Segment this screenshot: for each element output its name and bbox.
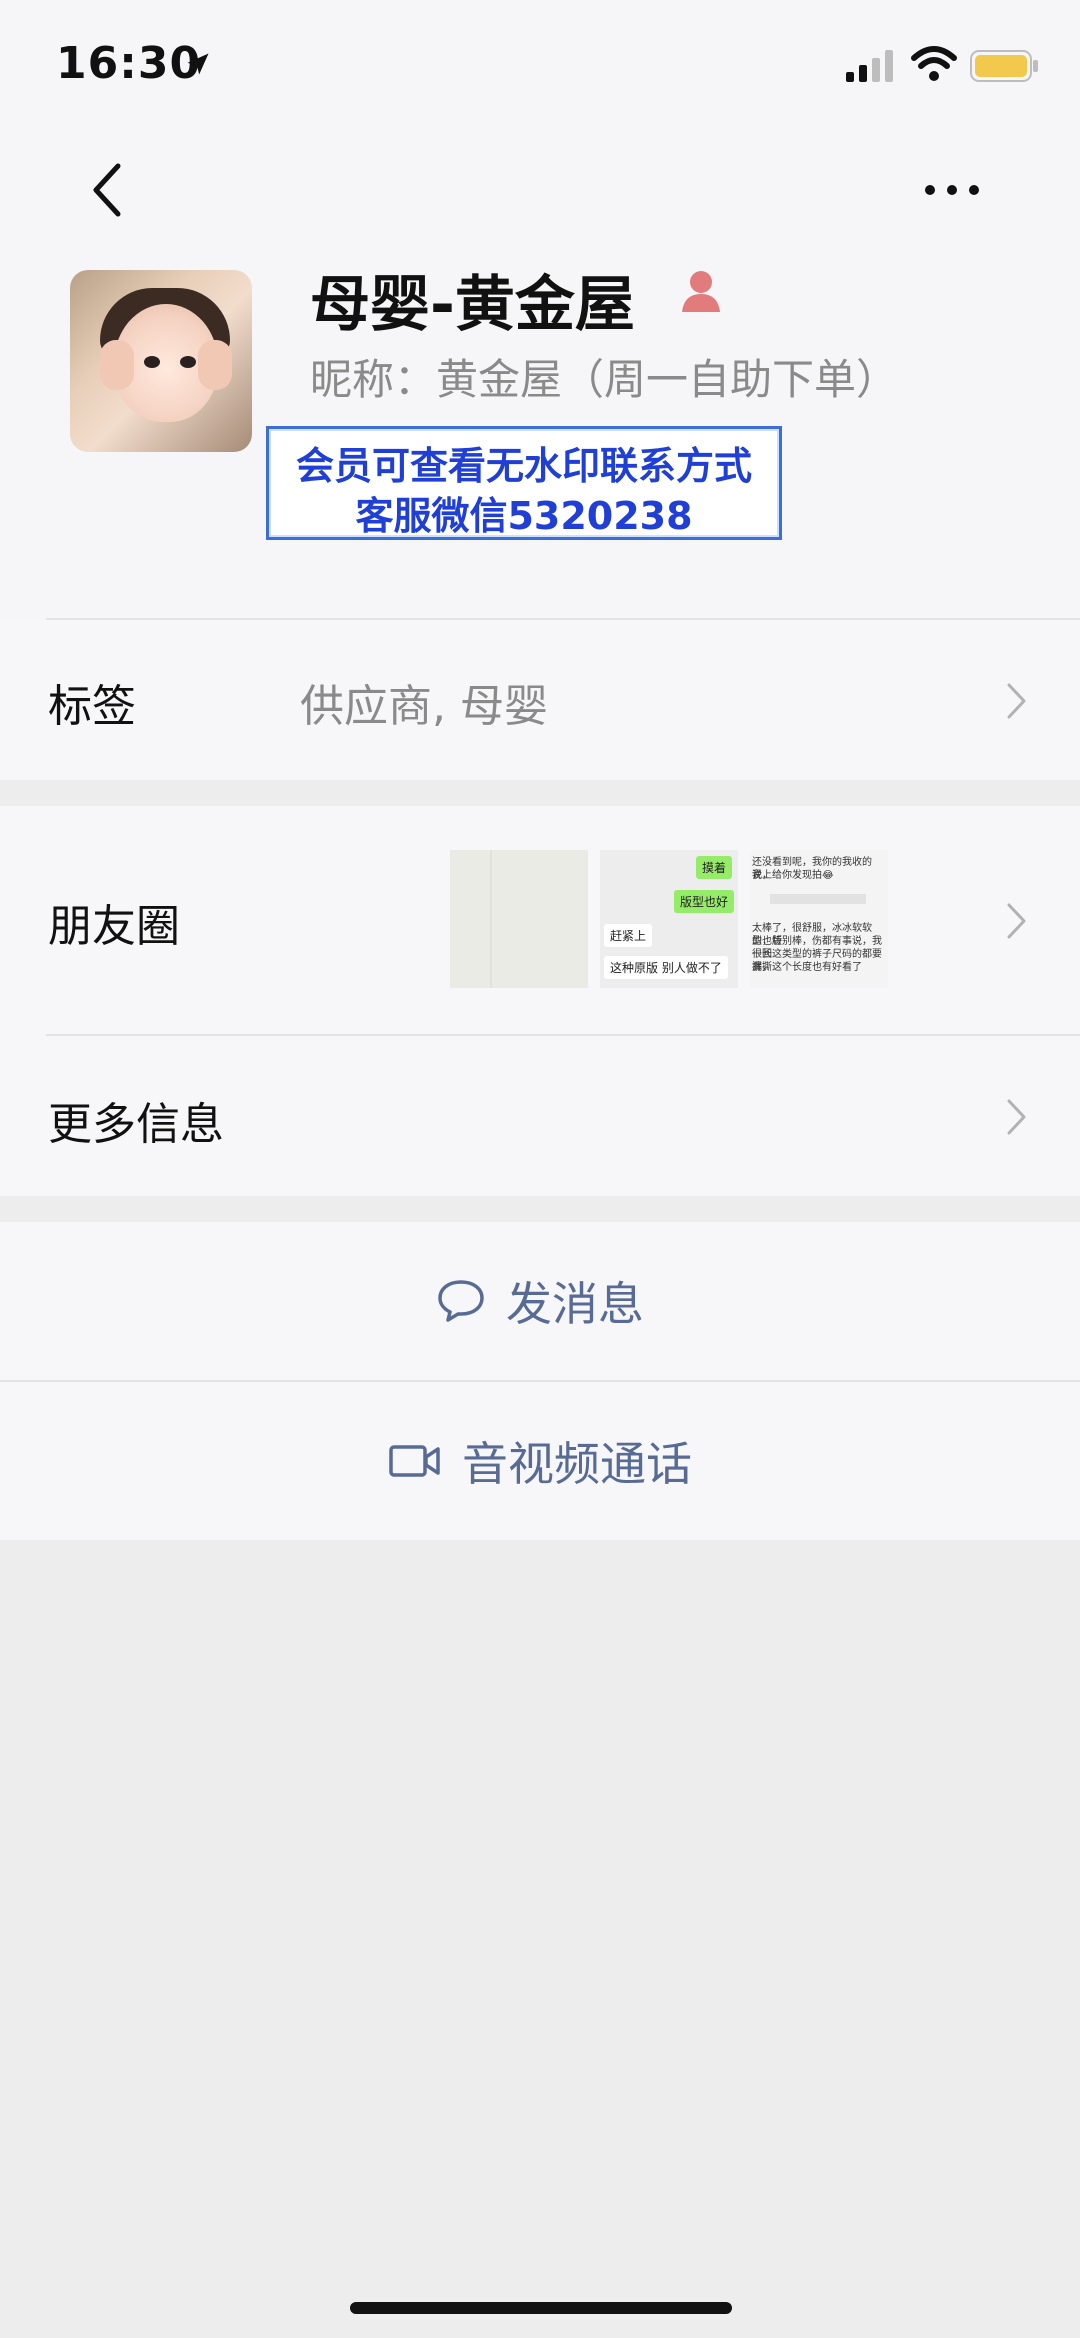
moments-thumbnail: 还没看到呢，我你的我收的说， 我上给你发现拍😂 太棒了，很舒服，冰冰软软的，版 … (750, 850, 888, 988)
chat-bubble: 赶紧上 (604, 924, 653, 947)
more-options-button[interactable] (922, 170, 982, 210)
person-icon (682, 271, 720, 312)
home-indicator[interactable] (350, 2302, 732, 2314)
thumb-text: 我上给你发现拍😂 (752, 870, 834, 881)
battery-icon (970, 50, 1038, 82)
cellular-signal-icon (846, 50, 893, 82)
send-message-button[interactable]: 发消息 (0, 1222, 1080, 1380)
chat-bubble: 摸着 (696, 856, 733, 879)
chevron-right-icon (1007, 1099, 1026, 1135)
video-camera-icon (389, 1445, 440, 1477)
avatar-hand (100, 340, 134, 390)
thumb-text: 裤，这个长度也有好看了 (752, 962, 862, 973)
moments-row[interactable]: 朋友圈 摸着 版型也好 赶紧上 这种原版 别人做不了 还没看到呢，我你的我收的说… (0, 806, 1080, 1034)
chat-bubble: 版型也好 (674, 890, 735, 913)
chat-bubble-icon (438, 1280, 484, 1322)
tags-label: 标签 (48, 681, 136, 732)
watermark-line2: 客服微信5320238 (355, 494, 693, 538)
chat-bubble: 这种原版 别人做不了 (604, 956, 728, 979)
avatar-eye (180, 356, 196, 368)
location-arrow-icon (187, 53, 209, 75)
contact-nickname: 昵称：黄金屋（周一自助下单） (310, 355, 899, 404)
back-button[interactable] (88, 160, 128, 220)
more-info-label: 更多信息 (48, 1099, 224, 1150)
tags-row[interactable]: 标签 供应商, 母婴 (0, 620, 1080, 780)
avatar-eye (144, 356, 160, 368)
tags-value: 供应商, 母婴 (300, 681, 548, 732)
moments-label: 朋友圈 (48, 901, 180, 952)
wifi-icon (911, 46, 957, 81)
video-call-button[interactable]: 音视频通话 (0, 1382, 1080, 1540)
moments-thumbnail (450, 850, 588, 988)
chevron-right-icon (1007, 903, 1026, 939)
chevron-right-icon (1007, 683, 1026, 719)
status-time: 16:30 (56, 38, 202, 89)
watermark-banner: 会员可查看无水印联系方式 客服微信5320238 (266, 426, 782, 540)
video-call-label: 音视频通话 (462, 1437, 692, 1491)
contact-name: 母婴-黄金屋 (310, 270, 635, 340)
moments-thumbnail: 摸着 版型也好 赶紧上 这种原版 别人做不了 (600, 850, 738, 988)
avatar-hand (198, 340, 232, 390)
watermark-line1: 会员可查看无水印联系方式 (295, 444, 752, 488)
send-message-label: 发消息 (506, 1277, 644, 1331)
avatar[interactable] (70, 270, 252, 452)
more-info-row[interactable]: 更多信息 (0, 1036, 1080, 1196)
